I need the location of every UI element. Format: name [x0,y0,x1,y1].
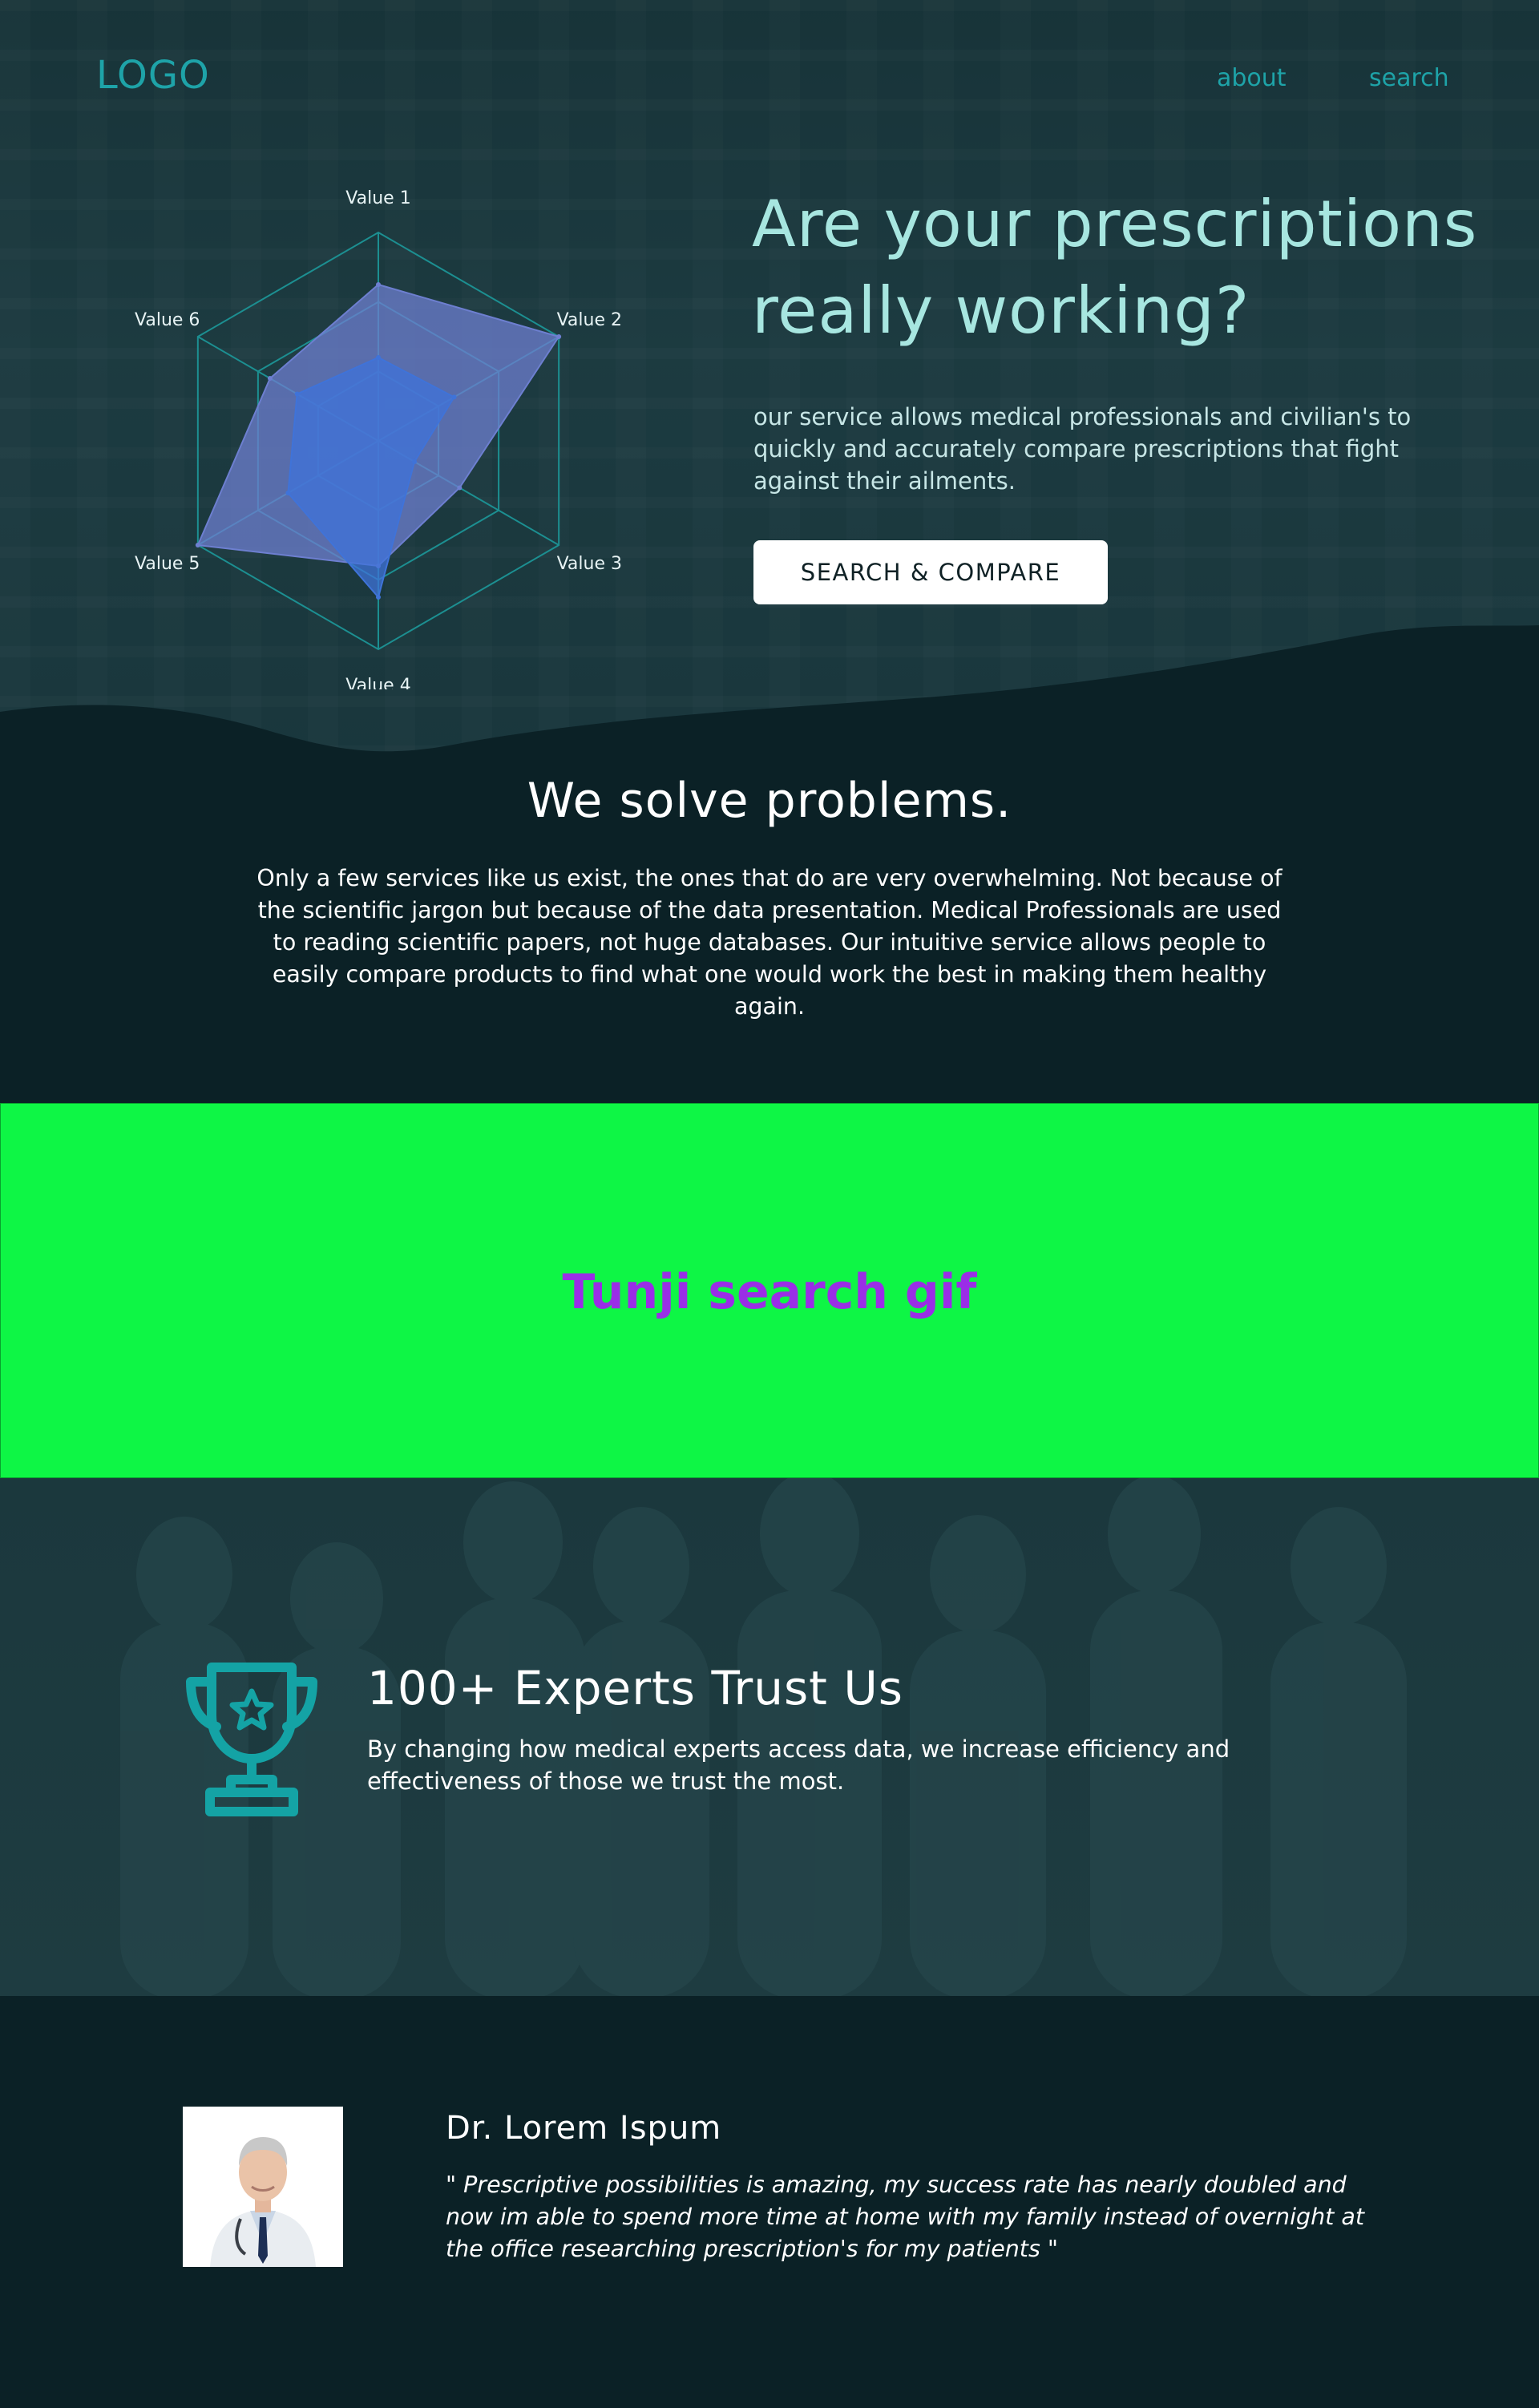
problems-body: Only a few services like us exist, the o… [256,865,1282,1020]
hero-headline: Are your prescriptions really working? [752,187,1478,348]
radar-axis-label: Value 3 [557,554,622,574]
gif-placeholder-text: Tunji search gif [562,1264,977,1320]
trophy-icon [186,1663,317,1816]
experts-title: 100+ Experts Trust Us [367,1661,904,1715]
radar-point [376,595,381,600]
testimonial-author: Dr. Lorem Ispum [446,2110,722,2147]
radar-point [285,491,291,495]
radar-axis-label: Value 1 [345,188,410,208]
doctor-portrait-image [183,2107,343,2267]
radar-axis-label: Value 2 [557,310,622,330]
radar-point [267,376,273,381]
hero-subtext: our service allows medical professionals… [753,403,1412,495]
radar-point [412,459,418,464]
hero-wave-divider [0,625,1539,770]
radar-point [294,391,300,397]
problems-title: We solve problems. [527,773,1012,829]
search-compare-button[interactable]: SEARCH & COMPARE [753,540,1108,604]
radar-point [556,334,562,339]
doctor-avatar [183,2107,343,2267]
nav-search-link[interactable]: search [1369,64,1449,92]
radar-point [457,485,463,491]
hero-section: LOGO about search Value 1 Value 2 Value 3 V… [0,0,1539,770]
logo[interactable]: LOGO [96,53,210,98]
experts-section: 100+ Experts Trust Us By changing how me… [0,1478,1539,1996]
radar-point [376,355,381,360]
radar-axis-label: Value 6 [135,310,200,330]
search-gif-placeholder: Tunji search gif [0,1103,1539,1478]
radar-point [195,543,200,547]
testimonial-quote: " Prescriptive possibilities is amazing,… [446,2172,1365,2262]
radar-axis-label: Value 5 [135,554,200,574]
radar-point [376,282,381,287]
nav-about-link[interactable]: about [1217,64,1287,92]
radar-point [451,394,457,400]
experts-body: By changing how medical experts access d… [367,1735,1230,1795]
